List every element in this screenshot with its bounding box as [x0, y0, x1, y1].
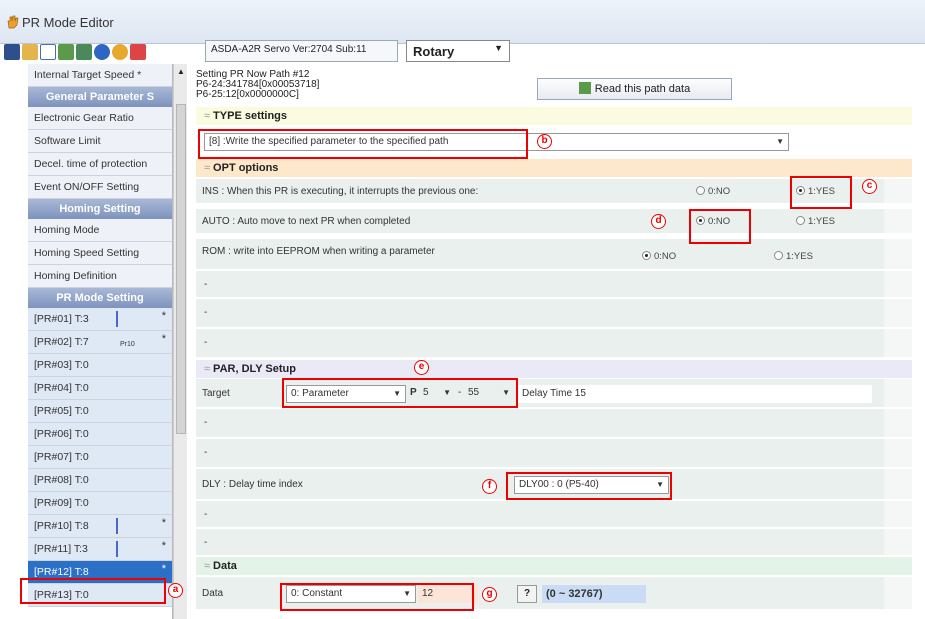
upload-icon[interactable]: [58, 44, 74, 60]
app-hand-icon: [7, 15, 19, 29]
link-bar: [116, 541, 118, 557]
collapse-icon: ≈: [204, 162, 211, 174]
radio-icon: [796, 216, 805, 225]
par-empty-row: -: [196, 409, 912, 439]
link-bar: [116, 518, 118, 534]
sidebar-item-pr10[interactable]: [PR#10] T:8 *: [28, 515, 172, 538]
annotation-e: e: [414, 360, 429, 375]
sidebar-group-pr-mode[interactable]: PR Mode Setting: [28, 288, 172, 308]
radio-icon: [696, 186, 705, 195]
sidebar-item-decel-time[interactable]: Decel. time of protection: [28, 153, 172, 176]
help-button[interactable]: ?: [517, 585, 537, 603]
window-title: PR Mode Editor: [22, 15, 114, 30]
sidebar-group-general[interactable]: General Parameter S: [28, 87, 172, 107]
delay-time-display: Delay Time 15: [516, 385, 872, 403]
sidebar-item-pr07[interactable]: [PR#07] T:0: [28, 446, 172, 469]
sidebar-group-homing[interactable]: Homing Setting: [28, 199, 172, 219]
annotation-g: g: [482, 587, 497, 602]
highlight-target: [282, 378, 518, 408]
sidebar-item-event-setting[interactable]: Event ON/OFF Setting: [28, 176, 172, 199]
link-bar: [116, 311, 118, 327]
annotation-c: c: [862, 179, 877, 194]
annotation-f: f: [482, 479, 497, 494]
sidebar-item-pr05[interactable]: [PR#05] T:0: [28, 400, 172, 423]
radio-icon: [774, 251, 783, 260]
data-range: (0 ~ 32767): [542, 585, 646, 603]
sidebar-item-software-limit[interactable]: Software Limit: [28, 130, 172, 153]
chevron-down-icon: ▼: [776, 137, 784, 146]
opt-empty-row: -: [196, 299, 912, 329]
opt-empty-row: -: [196, 271, 912, 299]
par-empty-row: -: [196, 439, 912, 469]
mode-select[interactable]: Rotary ▼: [406, 40, 510, 62]
highlight-ins-yes: [790, 176, 852, 209]
read-path-button[interactable]: Read this path data: [537, 78, 732, 100]
sidebar-item-homing-speed[interactable]: Homing Speed Setting: [28, 242, 172, 265]
main-panel: Setting PR Now Path #12 P6-24:341784[0x0…: [192, 64, 917, 619]
close-icon[interactable]: [130, 44, 146, 60]
opt-auto-row: AUTO : Auto move to next PR when complet…: [196, 209, 912, 235]
new-file-icon[interactable]: [40, 44, 56, 60]
sidebar-item-pr06[interactable]: [PR#06] T:0: [28, 423, 172, 446]
data-section-header[interactable]: ≈ Data: [196, 557, 912, 575]
collapse-icon: ≈: [204, 560, 211, 572]
sidebar-item-pr08[interactable]: [PR#08] T:0: [28, 469, 172, 492]
rom-yes-radio[interactable]: 1:YES: [774, 251, 813, 262]
path-info: Setting PR Now Path #12 P6-24:341784[0x0…: [196, 69, 320, 100]
highlight-pr12: [20, 578, 166, 604]
version-display: ASDA-A2R Servo Ver:2704 Sub:11: [205, 40, 398, 62]
annotation-d: d: [651, 214, 666, 229]
scrollbar-thumb[interactable]: [176, 104, 186, 434]
sidebar-item-pr11[interactable]: [PR#11] T:3 *: [28, 538, 172, 561]
collapse-icon: ≈: [204, 363, 211, 375]
par-empty-row: -: [196, 501, 912, 529]
collapse-icon: ≈: [204, 110, 211, 122]
open-icon[interactable]: [22, 44, 38, 60]
sidebar-item-pr02[interactable]: [PR#02] T:7 Pr10 *: [28, 331, 172, 354]
sidebar-item-homing-definition[interactable]: Homing Definition: [28, 265, 172, 288]
sidebar-item-internal-target-speed[interactable]: Internal Target Speed *: [28, 64, 172, 87]
auto-yes-radio[interactable]: 1:YES: [796, 216, 835, 227]
opt-empty-row: -: [196, 329, 912, 359]
rom-no-radio[interactable]: 0:NO: [642, 251, 676, 262]
ins-no-radio[interactable]: 0:NO: [696, 186, 730, 197]
sidebar-item-pr03[interactable]: [PR#03] T:0: [28, 354, 172, 377]
scroll-up-icon[interactable]: ▲: [177, 67, 185, 76]
sidebar-item-pr04[interactable]: [PR#04] T:0: [28, 377, 172, 400]
highlight-data: [280, 583, 474, 611]
annotation-a: a: [168, 583, 183, 598]
highlight-type-select: [198, 129, 528, 159]
annotation-b: b: [537, 134, 552, 149]
download-icon[interactable]: [76, 44, 92, 60]
highlight-auto-no: [689, 209, 751, 244]
sidebar-item-homing-mode[interactable]: Homing Mode: [28, 219, 172, 242]
download-icon: [578, 82, 591, 94]
highlight-dly: [506, 472, 672, 500]
sidebar: Internal Target Speed * General Paramete…: [28, 64, 173, 619]
type-section-header[interactable]: ≈ TYPE settings: [196, 107, 912, 125]
help-icon[interactable]: [94, 44, 110, 60]
title-bar: PR Mode Editor: [0, 0, 925, 44]
chevron-down-icon: ▼: [494, 43, 503, 53]
sidebar-item-pr09[interactable]: [PR#09] T:0: [28, 492, 172, 515]
par-section-header[interactable]: ≈ PAR, DLY Setup: [196, 360, 912, 378]
sidebar-item-electronic-gear-ratio[interactable]: Electronic Gear Ratio: [28, 107, 172, 130]
opt-rom-row: ROM : write into EEPROM when writing a p…: [196, 239, 912, 271]
toolbar: [4, 40, 146, 64]
par-empty-row: -: [196, 529, 912, 557]
mode-select-value: Rotary: [413, 44, 455, 59]
opt-section-header[interactable]: ≈ OPT options: [196, 159, 912, 177]
sidebar-item-pr01[interactable]: [PR#01] T:3 *: [28, 308, 172, 331]
info-icon[interactable]: [112, 44, 128, 60]
radio-checked-icon: [642, 251, 651, 260]
sidebar-scrollbar[interactable]: ▲: [173, 64, 187, 619]
save-icon[interactable]: [4, 44, 20, 60]
